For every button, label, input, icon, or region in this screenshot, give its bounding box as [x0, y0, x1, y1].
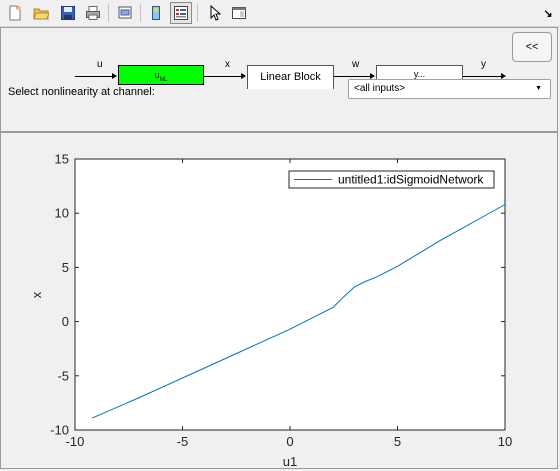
y-axis-label: x — [29, 291, 44, 298]
wire-u — [75, 76, 113, 77]
data-tip-icon[interactable] — [146, 3, 166, 23]
wire-x — [204, 76, 242, 77]
toolbar: ↘ — [0, 0, 560, 27]
input-nonlinearity-subscript: NL — [159, 76, 168, 83]
signal-label-y: y — [481, 59, 486, 70]
plot-area — [74, 158, 506, 431]
arrow-x — [241, 73, 246, 79]
x-tick-label: 5 — [394, 434, 401, 449]
legend-entry: untitled1:idSigmoidNetwork — [338, 173, 484, 187]
input-nonlinearity-block[interactable]: uNL — [118, 65, 204, 85]
wire-y — [463, 76, 503, 77]
plot-panel: -10 -5 0 5 10 -10 -5 0 5 10 15 untitled1:idSigmoid… — [0, 132, 558, 469]
chevron-down-icon: ▼ — [535, 85, 542, 92]
linear-block[interactable]: Linear Block — [247, 65, 334, 89]
signal-label-x: x — [225, 59, 230, 70]
new-file-icon[interactable] — [5, 3, 25, 23]
channel-select[interactable]: <all inputs> ▼ — [348, 79, 551, 99]
signal-label-u: u — [97, 59, 103, 70]
print-preview-icon[interactable] — [115, 3, 135, 23]
open-folder-icon[interactable] — [31, 3, 51, 23]
signal-label-w: w — [352, 59, 360, 70]
property-editor-icon[interactable] — [170, 2, 192, 24]
y-tick-label: 10 — [55, 206, 69, 221]
model-diagram-panel: << u x w y uNL Linear Block y... Select … — [0, 27, 558, 132]
dock-icon[interactable] — [229, 3, 249, 23]
x-axis-label: u1 — [283, 454, 297, 468]
print-icon[interactable] — [83, 3, 103, 23]
y-tick-label: -10 — [50, 423, 69, 438]
x-tick-label: 10 — [498, 434, 512, 449]
y-tick-label: 15 — [55, 152, 69, 167]
nonlinearity-chart[interactable]: -10 -5 0 5 10-10-5051015 untitled1:idSigmoid… — [1, 133, 557, 470]
y-tick-label: 5 — [62, 260, 69, 275]
y-tick-label: -5 — [57, 368, 69, 383]
channel-select-value: <all inputs> — [354, 83, 406, 94]
output-nonlinearity-block[interactable]: y... — [376, 65, 463, 79]
legend: untitled1:idSigmoidNetwork — [288, 170, 495, 189]
collapse-button[interactable]: << — [512, 32, 552, 62]
undock-icon[interactable]: ↘ — [538, 3, 558, 23]
x-tick-label: -5 — [177, 434, 189, 449]
x-tick-label: 0 — [286, 434, 293, 449]
arrow-u — [112, 73, 117, 79]
save-icon[interactable] — [58, 3, 78, 23]
channel-select-label: Select nonlinearity at channel: — [8, 86, 155, 98]
y-tick-label: 0 — [62, 314, 69, 329]
wire-w — [334, 76, 371, 77]
pointer-icon[interactable] — [204, 3, 224, 23]
